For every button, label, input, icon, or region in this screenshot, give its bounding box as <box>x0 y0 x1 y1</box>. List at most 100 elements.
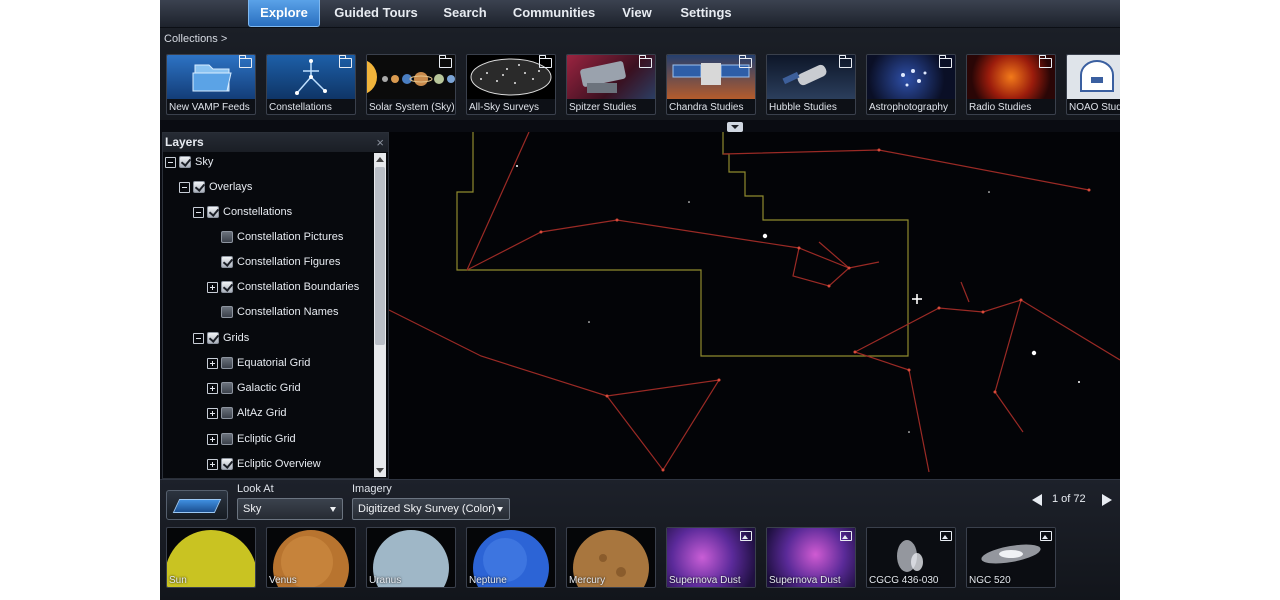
collection-spitzer-studies[interactable]: Spitzer Studies <box>566 54 656 115</box>
constellation-figures <box>389 132 1120 473</box>
layer-checkbox[interactable] <box>221 433 233 445</box>
collection-label: New VAMP Feeds <box>169 102 250 113</box>
layer-label: Galactic Grid <box>237 382 301 394</box>
close-icon[interactable]: × <box>376 135 384 150</box>
layer-checkbox[interactable] <box>221 231 233 243</box>
layer-checkbox[interactable] <box>207 332 219 344</box>
result-label: Uranus <box>369 575 402 586</box>
menu-communities[interactable]: Communities <box>510 0 598 27</box>
layer-checkbox[interactable] <box>221 306 233 318</box>
collection-label: All-Sky Surveys <box>469 102 540 113</box>
expand-icon[interactable] <box>207 408 218 419</box>
folder-icon <box>739 55 752 68</box>
pager: 1 of 72 <box>1032 492 1112 508</box>
look-at-dropdown[interactable]: Sky <box>237 498 343 520</box>
result-label: CGCG 436-030 <box>869 575 939 586</box>
collection-label: Astrophotography <box>869 102 948 113</box>
imagery-dropdown[interactable]: Digitized Sky Survey (Color) <box>352 498 510 520</box>
result-neptune[interactable]: Neptune <box>466 527 556 588</box>
expand-icon[interactable] <box>207 383 218 394</box>
next-page-icon[interactable] <box>1102 494 1112 506</box>
menu-search[interactable]: Search <box>440 0 490 27</box>
layer-label: Ecliptic Overview <box>237 458 321 470</box>
layer-checkbox[interactable] <box>179 156 191 168</box>
collection-all-sky-surveys[interactable]: All-Sky Surveys <box>466 54 556 115</box>
collections-breadcrumb[interactable]: Collections > <box>164 33 227 45</box>
figure-stars <box>539 148 1091 472</box>
layer-label: Constellation Pictures <box>237 231 344 243</box>
stars <box>516 165 1080 433</box>
menu-settings[interactable]: Settings <box>676 0 736 27</box>
expand-icon[interactable] <box>207 358 218 369</box>
layers-scrollbar[interactable] <box>374 153 386 477</box>
collapse-icon[interactable] <box>179 182 190 193</box>
layer-label: Constellation Boundaries <box>237 281 360 293</box>
layer-checkbox[interactable] <box>221 357 233 369</box>
collection-hubble-studies[interactable]: Hubble Studies <box>766 54 856 115</box>
collection-label: NOAO Studi <box>1069 102 1120 113</box>
scroll-thumb[interactable] <box>375 167 385 345</box>
result-ngc-520[interactable]: NGC 520 <box>966 527 1056 588</box>
menu-view[interactable]: View <box>616 0 658 27</box>
result-uranus[interactable]: Uranus <box>366 527 456 588</box>
scroll-down-icon[interactable] <box>376 468 384 473</box>
result-supernova-dust-2[interactable]: Supernova Dust <box>766 527 856 588</box>
collection-new-vamp-feeds[interactable]: New VAMP Feeds <box>166 54 256 115</box>
folder-icon <box>1039 55 1052 68</box>
collapse-collections-button[interactable] <box>727 122 743 132</box>
layer-label: Sky <box>195 156 214 168</box>
folder-icon <box>639 55 652 68</box>
layer-label: Constellation Names <box>237 306 339 318</box>
main-menu-bar: Explore Guided Tours Search Communities … <box>160 0 1120 28</box>
collection-label: Spitzer Studies <box>569 102 637 113</box>
layer-label: Ecliptic Grid <box>237 433 296 445</box>
image-icon <box>740 531 752 541</box>
result-mercury[interactable]: Mercury <box>566 527 656 588</box>
collection-noao-studies[interactable]: NOAO Studi <box>1066 54 1120 115</box>
collapse-icon[interactable] <box>193 207 204 218</box>
result-supernova-dust-1[interactable]: Supernova Dust <box>666 527 756 588</box>
context-panel: Look At Sky Imagery Digitized Sky Survey… <box>160 479 1120 600</box>
menu-explore[interactable]: Explore <box>248 0 320 27</box>
previous-page-icon[interactable] <box>1032 494 1042 506</box>
expand-icon[interactable] <box>207 434 218 445</box>
layer-checkbox[interactable] <box>207 206 219 218</box>
image-icon <box>940 531 952 541</box>
collection-astrophotography[interactable]: Astrophotography <box>866 54 956 115</box>
layer-checkbox[interactable] <box>221 407 233 419</box>
expand-icon[interactable] <box>207 282 218 293</box>
chevron-down-icon <box>497 507 503 512</box>
collection-constellations[interactable]: Constellations <box>266 54 356 115</box>
collection-solar-system[interactable]: Solar System (Sky) <box>366 54 456 115</box>
collapse-icon[interactable] <box>193 333 204 344</box>
look-at-value: Sky <box>243 503 262 515</box>
layer-checkbox[interactable] <box>221 281 233 293</box>
result-sun[interactable]: Sun <box>166 527 256 588</box>
menu-guided-tours[interactable]: Guided Tours <box>330 0 422 27</box>
result-cgcg-436-030[interactable]: CGCG 436-030 <box>866 527 956 588</box>
folder-icon <box>539 55 552 68</box>
scroll-up-icon[interactable] <box>376 157 384 162</box>
result-label: Supernova Dust <box>769 575 841 586</box>
collection-radio-studies[interactable]: Radio Studies <box>966 54 1056 115</box>
folder-icon <box>339 55 352 68</box>
layer-label: Constellation Figures <box>237 256 341 268</box>
imagery-value: Digitized Sky Survey (Color) <box>358 503 496 515</box>
collapse-icon[interactable] <box>165 157 176 168</box>
sky-view[interactable] <box>389 132 1120 479</box>
layer-checkbox[interactable] <box>221 382 233 394</box>
result-label: Mercury <box>569 575 606 586</box>
view-mode-button[interactable] <box>166 490 228 520</box>
layer-checkbox[interactable] <box>193 181 205 193</box>
result-label: NGC 520 <box>969 575 1011 586</box>
layer-checkbox[interactable] <box>221 256 233 268</box>
expand-icon[interactable] <box>207 459 218 470</box>
page-indicator: 1 of 72 <box>1052 493 1086 505</box>
layer-checkbox[interactable] <box>221 458 233 470</box>
collection-chandra-studies[interactable]: Chandra Studies <box>666 54 756 115</box>
worldwide-telescope-window: Explore Guided Tours Search Communities … <box>160 0 1120 600</box>
folder-icon <box>439 55 452 68</box>
folder-icon <box>839 55 852 68</box>
result-venus[interactable]: Venus <box>266 527 356 588</box>
chevron-down-icon <box>330 507 336 512</box>
